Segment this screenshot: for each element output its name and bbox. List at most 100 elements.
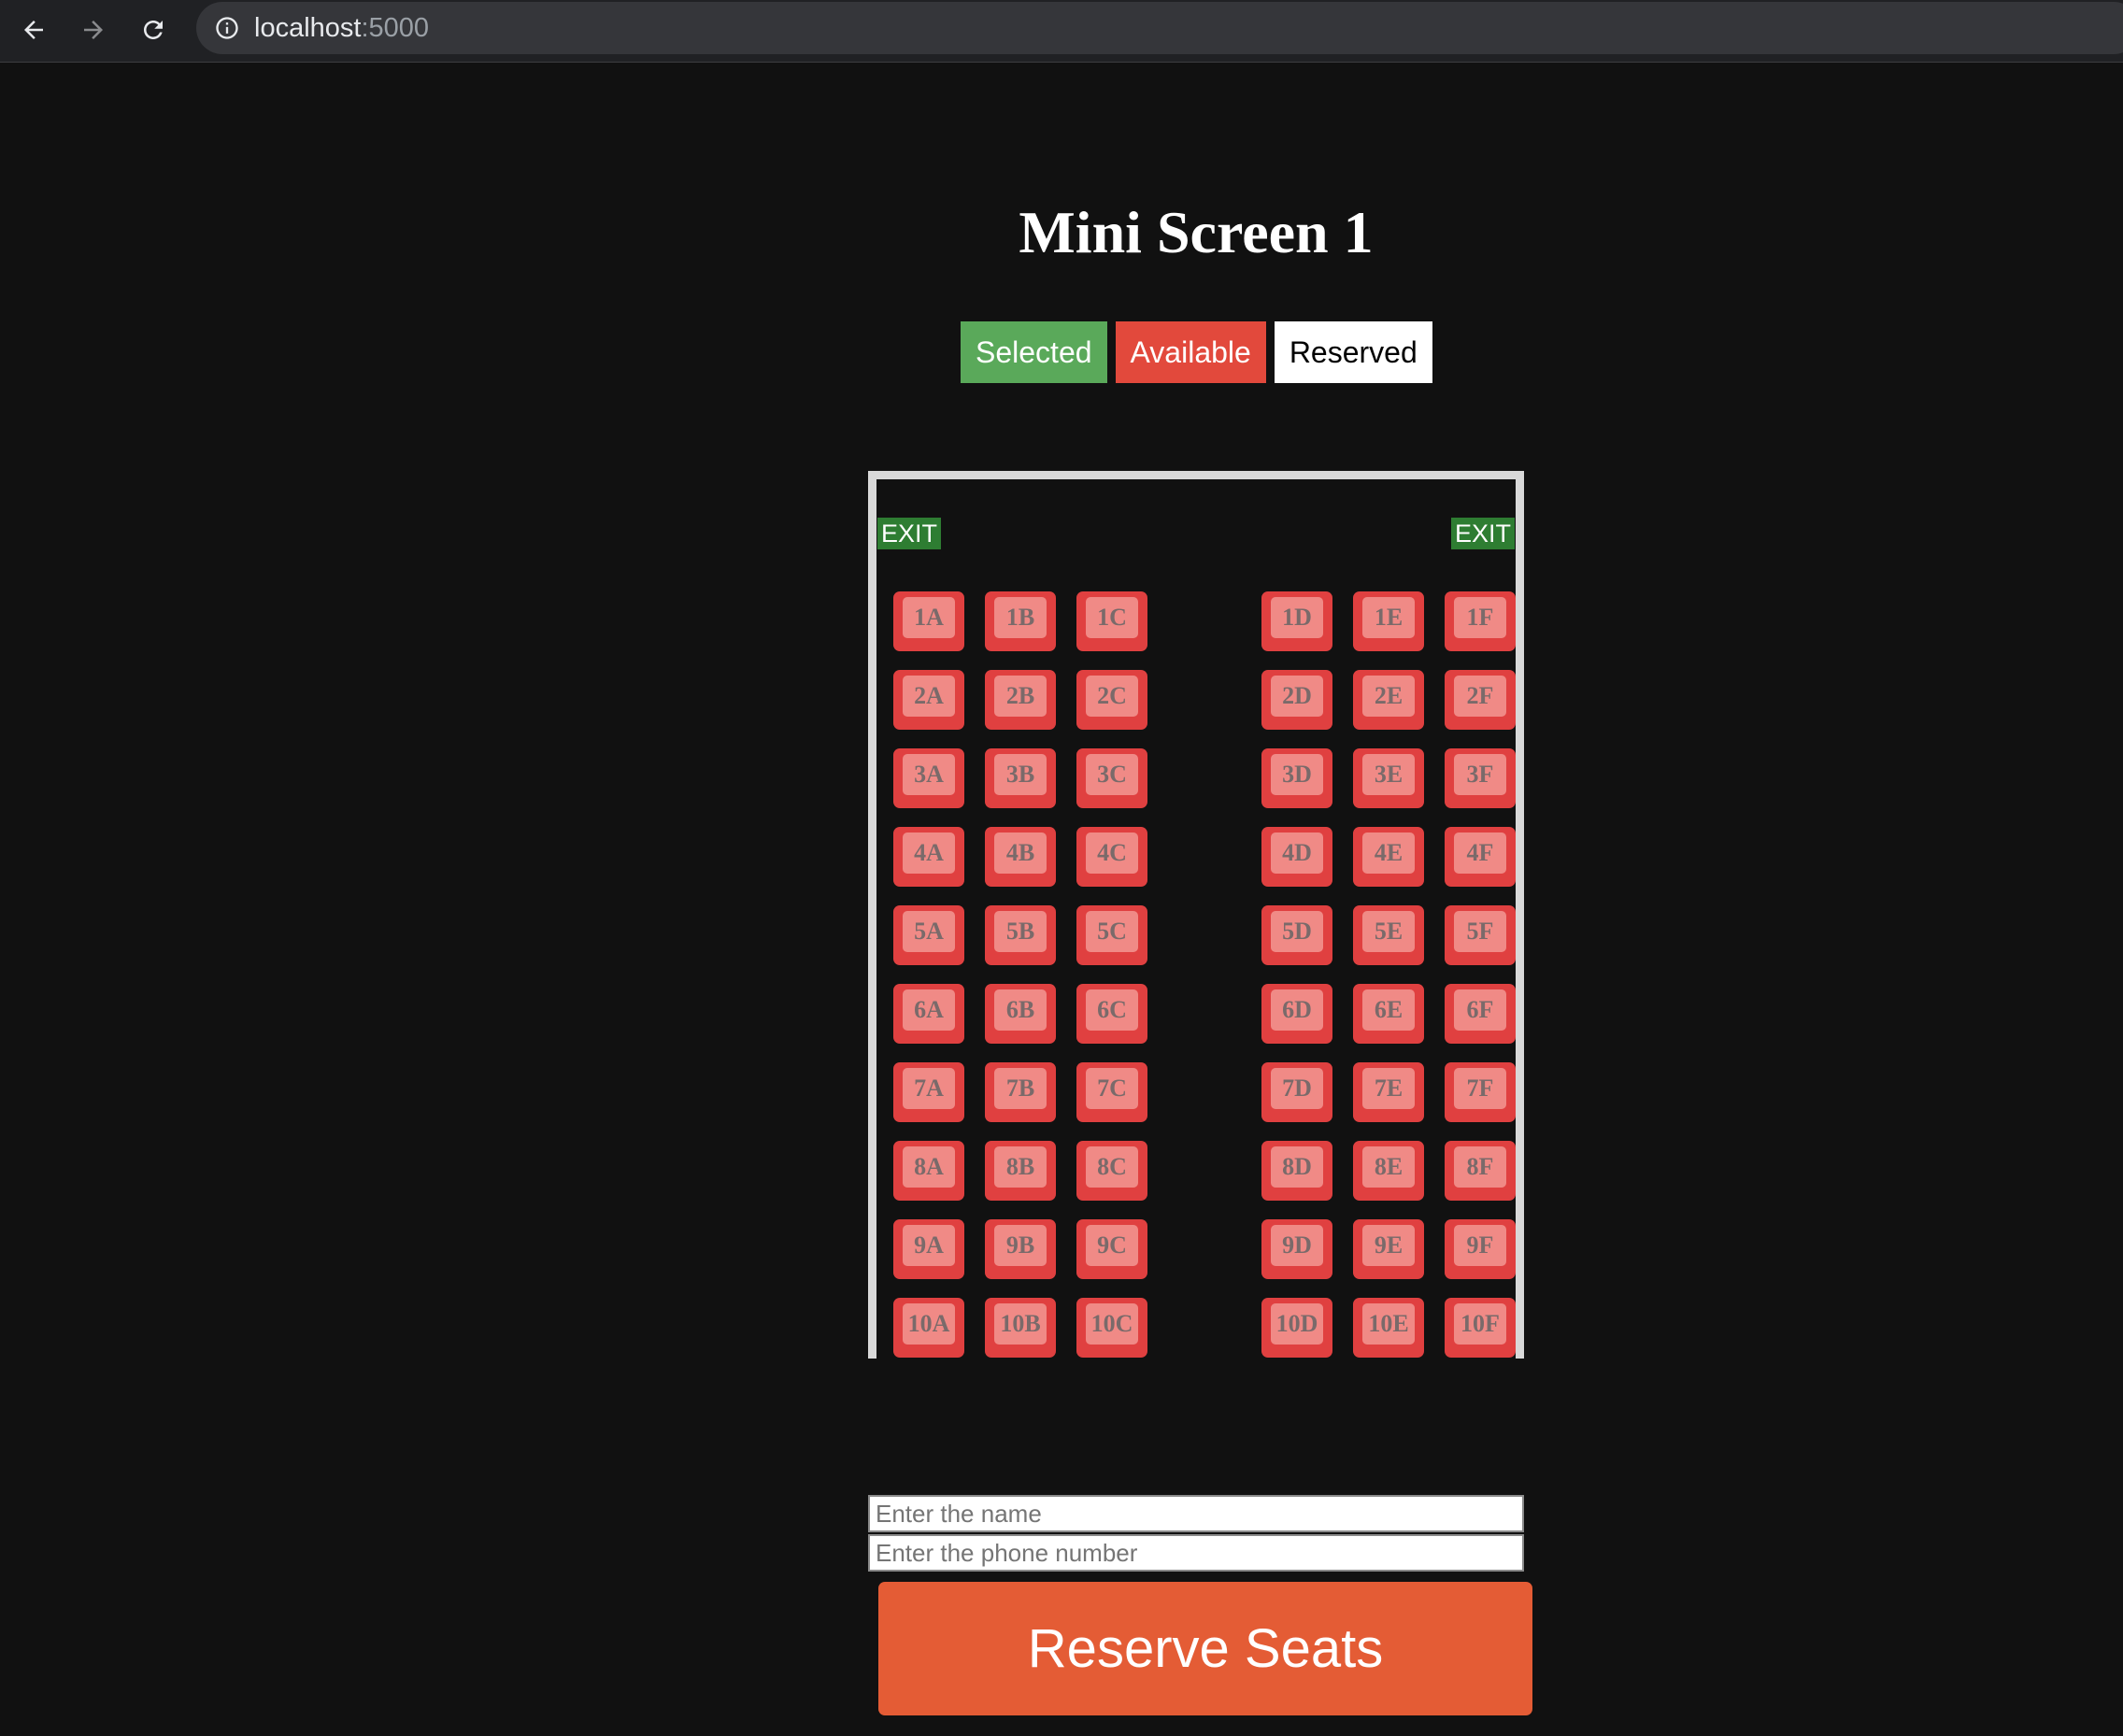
seat-3f[interactable]: 3F (1445, 748, 1516, 808)
seat-label: 3F (1454, 754, 1506, 795)
seat-2a[interactable]: 2A (893, 670, 964, 730)
seat-block-right: 1D 1E 1F 2D 2E 2F 3D 3E 3F 4D 4E 4F 5D 5E 5F 6D 6E 6F 7D 7E… (1261, 591, 1516, 1358)
seat-9d[interactable]: 9D (1261, 1219, 1332, 1279)
seat-8f[interactable]: 8F (1445, 1141, 1516, 1201)
seat-label: 6F (1454, 989, 1506, 1031)
seat-label: 3C (1086, 754, 1138, 795)
seat-label: 7C (1086, 1068, 1138, 1109)
seat-1c[interactable]: 1C (1076, 591, 1147, 651)
seat-label: 4C (1086, 832, 1138, 874)
seat-1a[interactable]: 1A (893, 591, 964, 651)
seat-label: 7D (1271, 1068, 1323, 1109)
seat-label: 6A (903, 989, 955, 1031)
seat-6c[interactable]: 6C (1076, 984, 1147, 1044)
seat-6a[interactable]: 6A (893, 984, 964, 1044)
seat-9a[interactable]: 9A (893, 1219, 964, 1279)
seat-3d[interactable]: 3D (1261, 748, 1332, 808)
seat-3a[interactable]: 3A (893, 748, 964, 808)
seat-4b[interactable]: 4B (985, 827, 1056, 887)
seat-label: 4E (1362, 832, 1415, 874)
seat-9c[interactable]: 9C (1076, 1219, 1147, 1279)
seat-2d[interactable]: 2D (1261, 670, 1332, 730)
seat-5e[interactable]: 5E (1353, 905, 1424, 965)
exit-sign-right: EXIT (1450, 518, 1515, 549)
reserve-seats-button[interactable]: Reserve Seats (878, 1582, 1532, 1715)
seat-5f[interactable]: 5F (1445, 905, 1516, 965)
seat-8c[interactable]: 8C (1076, 1141, 1147, 1201)
seat-4e[interactable]: 4E (1353, 827, 1424, 887)
seat-label: 9E (1362, 1225, 1415, 1266)
seat-10d[interactable]: 10D (1261, 1298, 1332, 1358)
info-icon[interactable] (213, 14, 241, 42)
seat-1e[interactable]: 1E (1353, 591, 1424, 651)
seat-10f[interactable]: 10F (1445, 1298, 1516, 1358)
seat-label: 10F (1454, 1303, 1506, 1345)
seat-2b[interactable]: 2B (985, 670, 1056, 730)
seat-8e[interactable]: 8E (1353, 1141, 1424, 1201)
reload-button[interactable] (133, 9, 174, 50)
seat-label: 1F (1454, 597, 1506, 638)
seat-4a[interactable]: 4A (893, 827, 964, 887)
seat-9b[interactable]: 9B (985, 1219, 1056, 1279)
seat-9f[interactable]: 9F (1445, 1219, 1516, 1279)
seat-7e[interactable]: 7E (1353, 1062, 1424, 1122)
seat-label: 3B (994, 754, 1047, 795)
name-input[interactable] (868, 1495, 1524, 1532)
seat-9e[interactable]: 9E (1353, 1219, 1424, 1279)
seat-5b[interactable]: 5B (985, 905, 1056, 965)
seat-6b[interactable]: 6B (985, 984, 1056, 1044)
seat-label: 9F (1454, 1225, 1506, 1266)
seat-6f[interactable]: 6F (1445, 984, 1516, 1044)
seat-1f[interactable]: 1F (1445, 591, 1516, 651)
seat-map: EXIT EXIT 1A 1B 1C 2A 2B 2C 3A 3B 3C 4A 4B 4C 5A 5B 5C… (868, 471, 1524, 1359)
seat-2e[interactable]: 2E (1353, 670, 1424, 730)
forward-button[interactable] (73, 9, 114, 50)
seat-6d[interactable]: 6D (1261, 984, 1332, 1044)
address-bar[interactable]: localhost:5000 (196, 2, 2123, 54)
phone-input[interactable] (868, 1534, 1524, 1572)
seat-label: 5E (1362, 911, 1415, 952)
seat-8d[interactable]: 8D (1261, 1141, 1332, 1201)
seat-4d[interactable]: 4D (1261, 827, 1332, 887)
seat-label: 3E (1362, 754, 1415, 795)
url-port: :5000 (361, 12, 430, 43)
seat-1b[interactable]: 1B (985, 591, 1056, 651)
seat-10c[interactable]: 10C (1076, 1298, 1147, 1358)
seat-5c[interactable]: 5C (1076, 905, 1147, 965)
seat-label: 9D (1271, 1225, 1323, 1266)
seat-7c[interactable]: 7C (1076, 1062, 1147, 1122)
seat-label: 10A (903, 1303, 955, 1345)
seat-10a[interactable]: 10A (893, 1298, 964, 1358)
seat-5a[interactable]: 5A (893, 905, 964, 965)
seat-1d[interactable]: 1D (1261, 591, 1332, 651)
seat-10b[interactable]: 10B (985, 1298, 1056, 1358)
seat-label: 2E (1362, 676, 1415, 717)
seat-3b[interactable]: 3B (985, 748, 1056, 808)
back-button[interactable] (13, 9, 54, 50)
seat-label: 4B (994, 832, 1047, 874)
seat-10e[interactable]: 10E (1353, 1298, 1424, 1358)
seat-5d[interactable]: 5D (1261, 905, 1332, 965)
seat-2f[interactable]: 2F (1445, 670, 1516, 730)
seat-4f[interactable]: 4F (1445, 827, 1516, 887)
seat-label: 7B (994, 1068, 1047, 1109)
seat-3e[interactable]: 3E (1353, 748, 1424, 808)
seat-6e[interactable]: 6E (1353, 984, 1424, 1044)
seat-label: 2D (1271, 676, 1323, 717)
seat-label: 8F (1454, 1146, 1506, 1188)
seat-label: 1B (994, 597, 1047, 638)
seat-4c[interactable]: 4C (1076, 827, 1147, 887)
seat-8a[interactable]: 8A (893, 1141, 964, 1201)
seat-7a[interactable]: 7A (893, 1062, 964, 1122)
seat-7f[interactable]: 7F (1445, 1062, 1516, 1122)
seat-3c[interactable]: 3C (1076, 748, 1147, 808)
seat-8b[interactable]: 8B (985, 1141, 1056, 1201)
seat-label: 7E (1362, 1068, 1415, 1109)
seat-label: 1E (1362, 597, 1415, 638)
legend-selected: Selected (961, 321, 1107, 383)
arrow-right-icon (84, 21, 103, 39)
seat-7d[interactable]: 7D (1261, 1062, 1332, 1122)
seat-7b[interactable]: 7B (985, 1062, 1056, 1122)
seat-2c[interactable]: 2C (1076, 670, 1147, 730)
seat-label: 5D (1271, 911, 1323, 952)
